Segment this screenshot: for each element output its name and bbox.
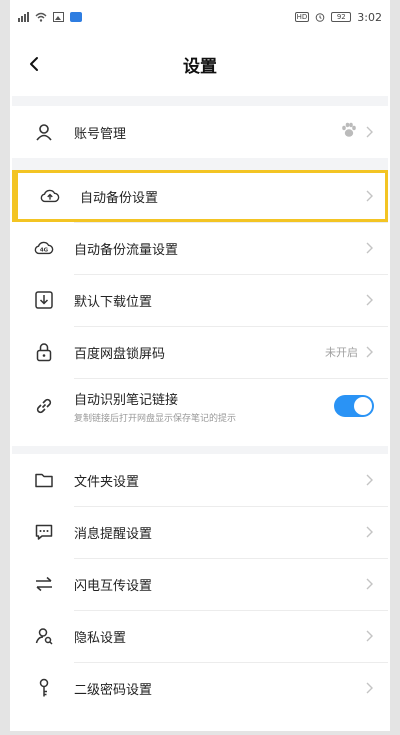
chevron-right-icon [364,681,374,695]
key-icon [34,678,54,698]
chevron-right-icon [364,189,374,203]
status-right: HD 92 3:02 [294,10,382,24]
header: 设置 [12,40,388,88]
frame-bottom [0,731,400,735]
cloud-upload-icon [40,186,60,206]
image-icon [53,12,64,22]
back-button[interactable] [22,52,46,76]
chevron-right-icon [364,629,374,643]
chevron-right-icon [364,577,374,591]
backup-data-label: 自动备份流量设置 [74,242,179,258]
folder-icon [34,470,54,490]
link-icon [34,396,54,416]
backup-data-settings-row[interactable]: 4G 自动备份流量设置 [12,222,388,274]
notification-settings-label: 消息提醒设置 [74,526,153,542]
message-icon [34,522,54,542]
auto-backup-settings-row[interactable]: 自动备份设置 [12,170,388,222]
account-section: 账号管理 [12,106,388,158]
download-location-row[interactable]: 默认下载位置 [12,274,388,326]
note-link-description: 复制链接后打开网盘显示保存笔记的提示 [74,413,237,424]
frame-left [0,0,10,735]
section-divider [12,158,388,170]
user-icon [34,122,54,142]
chevron-left-icon [30,57,38,71]
transfer-icon [34,574,54,594]
svg-text:4G: 4G [40,248,49,254]
chevron-right-icon [364,345,374,359]
second-password-label: 二级密码设置 [74,682,153,698]
chevron-right-icon [364,125,374,139]
notification-settings-row[interactable]: 消息提醒设置 [12,506,388,558]
chevron-right-icon [364,525,374,539]
account-label: 账号管理 [74,126,127,142]
privacy-settings-row[interactable]: 隐私设置 [12,610,388,662]
alarm-icon [315,13,325,22]
signal-icon [18,12,29,22]
baidu-paw-icon [340,122,358,142]
battery-icon: 92 [331,12,352,22]
flash-transfer-label: 闪电互传设置 [74,578,153,594]
status-left [18,12,82,22]
frame-right [390,0,400,735]
status-time: 3:02 [357,10,382,24]
flash-transfer-row[interactable]: 闪电互传设置 [12,558,388,610]
app-notification-icon [70,12,82,22]
screen-lock-status: 未开启 [325,346,358,359]
more-settings-section: 文件夹设置 消息提醒设置 闪电互传设置 隐私设置 二级密码设置 [12,454,388,714]
settings-screen: HD 92 3:02 设置 账号管理 自动备份设置 4G 自动备份流量设置 默认… [0,0,400,735]
folder-settings-label: 文件夹设置 [74,474,140,490]
second-password-row[interactable]: 二级密码设置 [12,662,388,714]
main-settings-section: 自动备份设置 4G 自动备份流量设置 默认下载位置 百度网盘锁屏码 未开启 自动… [12,170,388,434]
chevron-right-icon [364,241,374,255]
chevron-right-icon [364,293,374,307]
privacy-settings-label: 隐私设置 [74,630,127,646]
toggle-knob [354,397,372,415]
note-link-text: 自动识别笔记链接 复制链接后打开网盘显示保存笔记的提示 [74,389,334,424]
screen-lock-label: 百度网盘锁屏码 [74,346,166,362]
note-link-row: 自动识别笔记链接 复制链接后打开网盘显示保存笔记的提示 [12,378,388,434]
account-settings-row[interactable]: 账号管理 [12,106,388,158]
note-link-label: 自动识别笔记链接 [74,392,179,408]
download-icon [34,290,54,310]
screen-lock-row[interactable]: 百度网盘锁屏码 未开启 [12,326,388,378]
privacy-icon [34,626,54,646]
auto-backup-label: 自动备份设置 [80,190,159,206]
page-title: 设置 [183,56,217,77]
folder-settings-row[interactable]: 文件夹设置 [12,454,388,506]
note-link-toggle[interactable] [334,395,374,417]
cloud-4g-icon: 4G [34,238,54,258]
status-bar: HD 92 3:02 [18,0,382,34]
hd-badge: HD [294,12,310,22]
chevron-right-icon [364,473,374,487]
wifi-icon [35,12,47,22]
lock-icon [34,342,54,362]
download-location-label: 默认下载位置 [74,294,153,310]
